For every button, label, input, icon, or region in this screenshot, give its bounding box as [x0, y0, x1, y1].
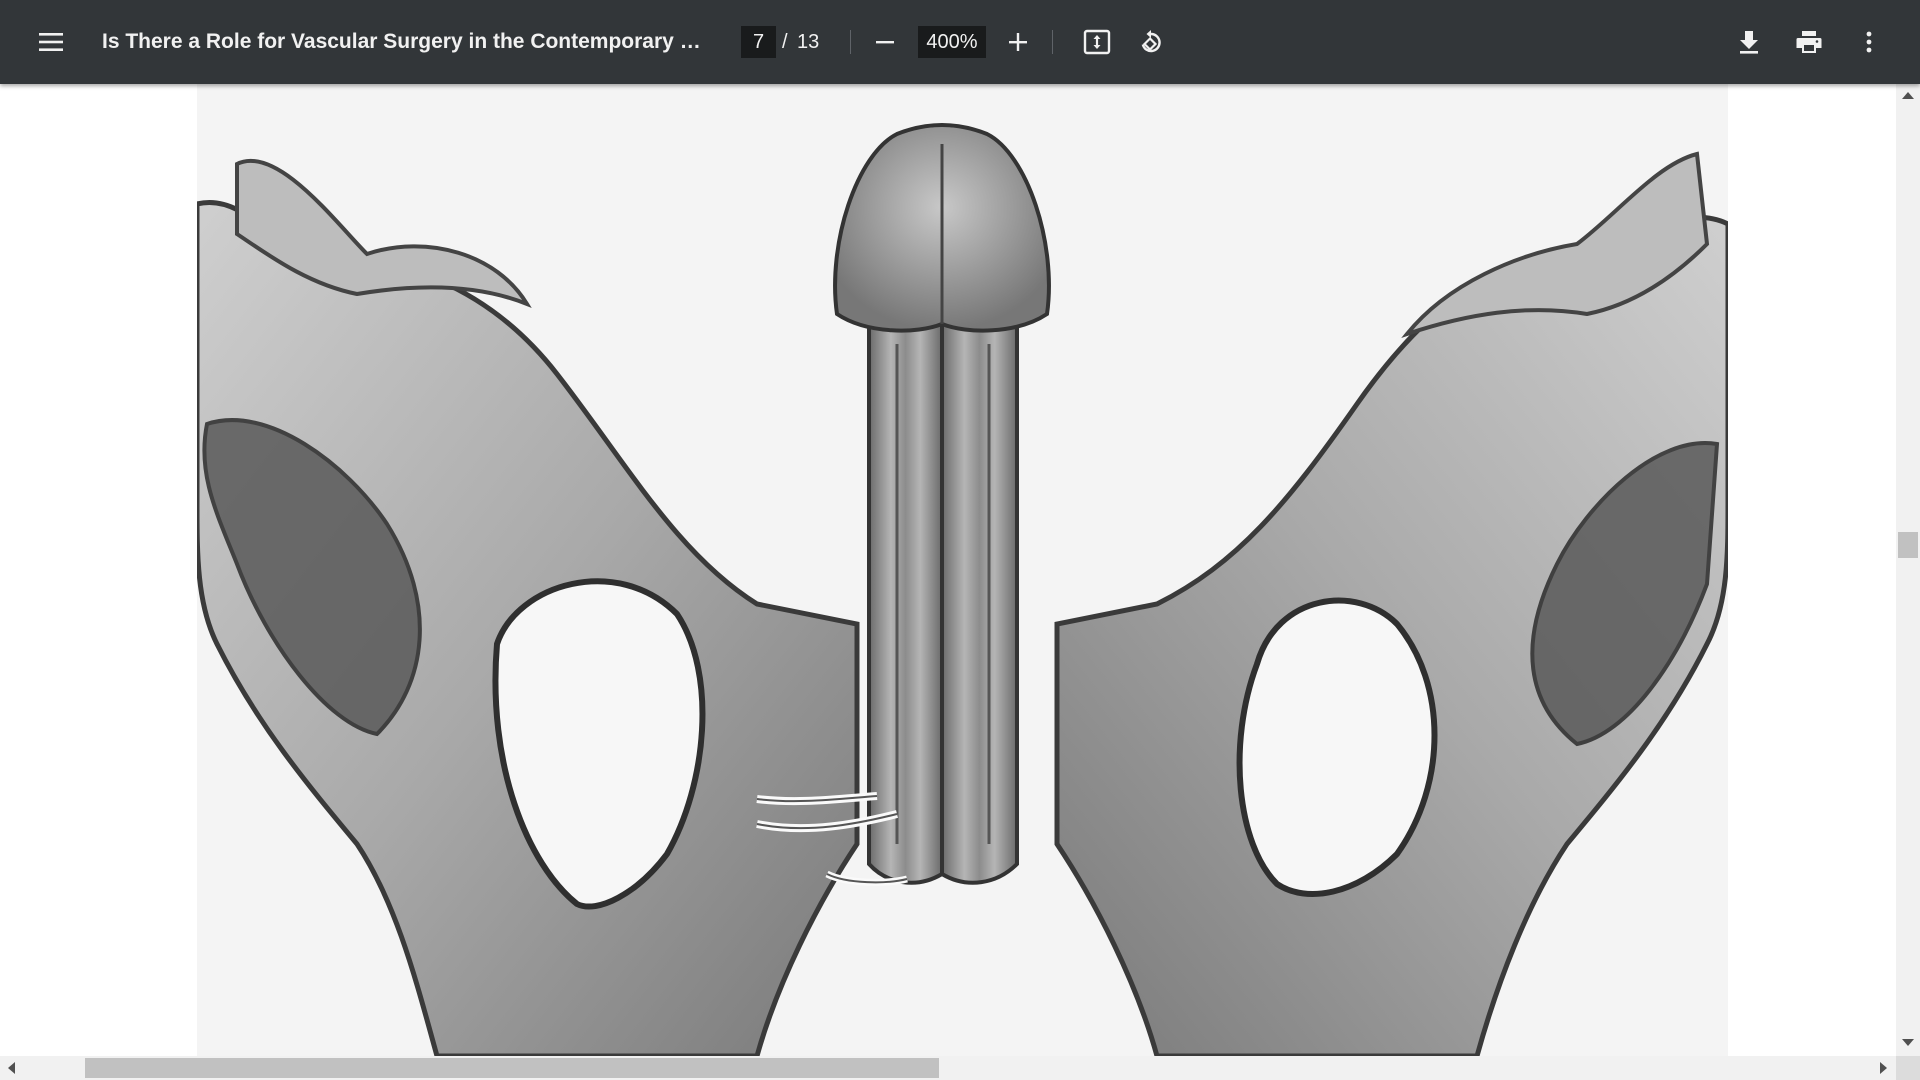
pdf-viewer: Is There a Role for Vascular Surgery in …	[0, 0, 1920, 1080]
download-icon[interactable]	[1725, 18, 1773, 66]
plus-icon[interactable]	[994, 18, 1042, 66]
zoom-level-input[interactable]	[918, 26, 986, 58]
vertical-scroll-thumb[interactable]	[1898, 532, 1918, 558]
pdf-toolbar: Is There a Role for Vascular Surgery in …	[0, 0, 1920, 84]
print-icon[interactable]	[1785, 18, 1833, 66]
horizontal-scroll-thumb[interactable]	[85, 1058, 939, 1078]
scroll-down-icon[interactable]	[1902, 1039, 1914, 1046]
toolbar-divider	[1052, 30, 1053, 54]
more-vertical-icon[interactable]	[1845, 18, 1893, 66]
scroll-left-icon[interactable]	[8, 1062, 15, 1074]
document-title: Is There a Role for Vascular Surgery in …	[102, 30, 712, 53]
scrollbar-corner	[1896, 1056, 1920, 1080]
page-total: 13	[797, 31, 820, 53]
fit-to-page-icon[interactable]	[1073, 18, 1121, 66]
vertical-scrollbar[interactable]	[1896, 84, 1920, 1056]
rotate-counterclockwise-icon[interactable]	[1127, 18, 1175, 66]
toolbar-divider	[850, 30, 851, 54]
page-separator: /	[782, 31, 788, 53]
hamburger-menu-icon[interactable]	[27, 18, 75, 66]
scroll-right-icon[interactable]	[1880, 1062, 1887, 1074]
scroll-up-icon[interactable]	[1902, 92, 1914, 99]
anatomical-illustration	[197, 84, 1728, 1056]
page-number-input[interactable]	[741, 26, 776, 58]
document-view[interactable]	[0, 84, 1896, 1056]
minus-icon[interactable]	[861, 18, 909, 66]
